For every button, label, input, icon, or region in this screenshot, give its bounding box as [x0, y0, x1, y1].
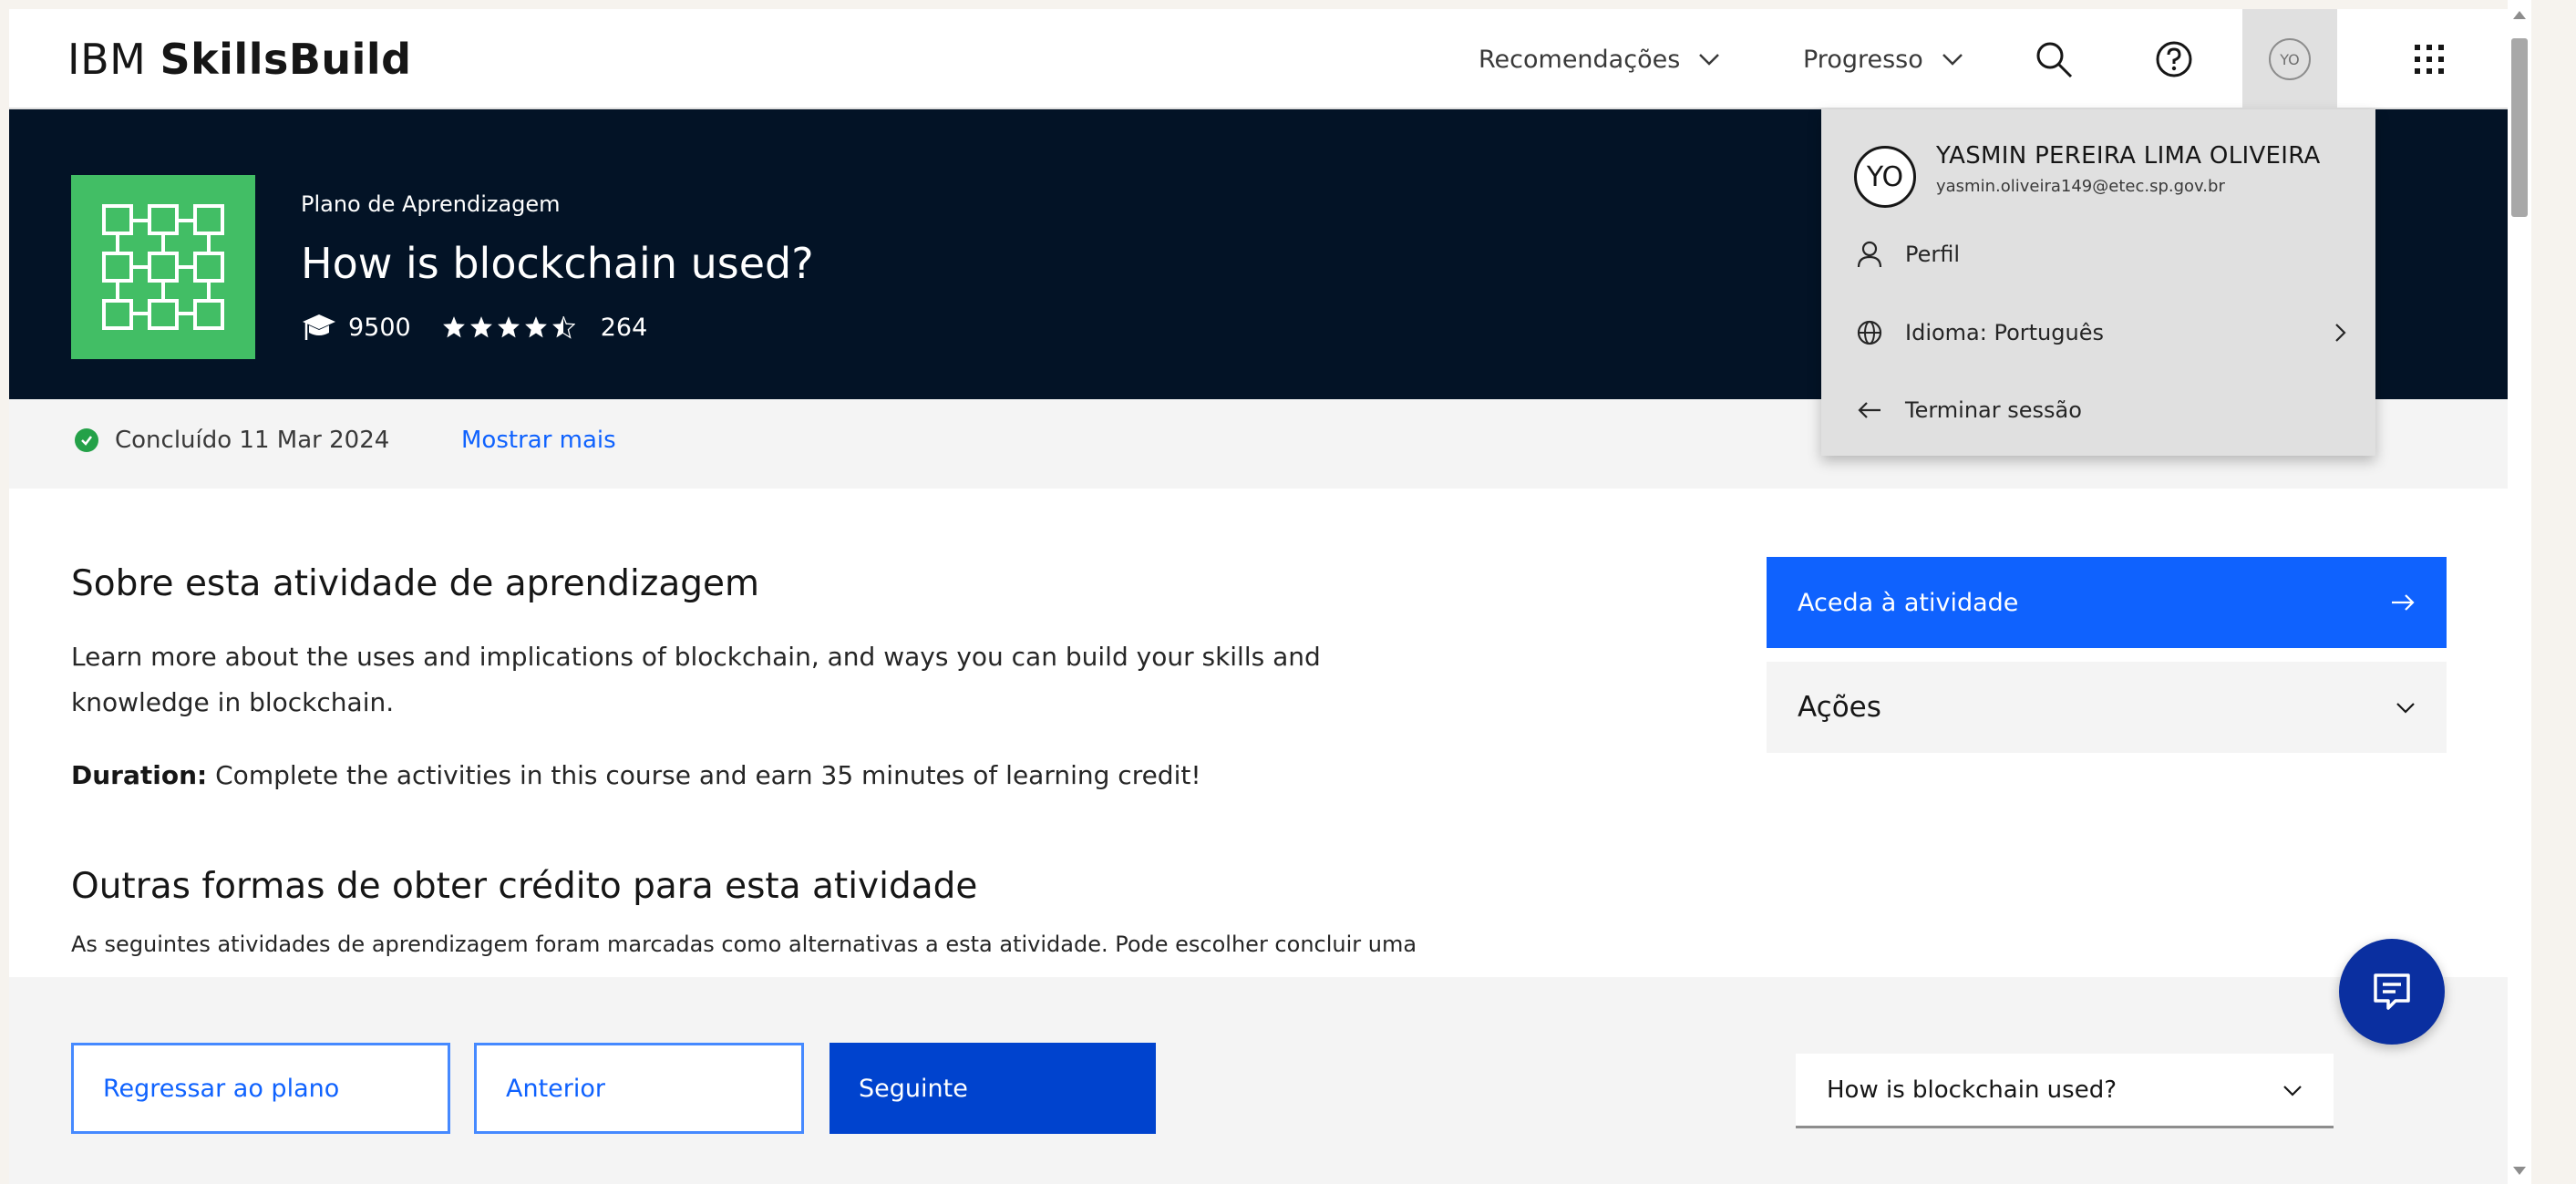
avatar: YO [2269, 38, 2311, 80]
nav-recommendations-label: Recomendações [1479, 45, 1681, 74]
actions-dropdown[interactable]: Ações [1767, 662, 2447, 753]
chevron-down-icon [1942, 54, 1963, 66]
globe-icon [1857, 320, 1882, 345]
reviews-count: 264 [600, 313, 648, 342]
arrow-right-icon [2392, 594, 2415, 611]
course-meta: 9500 264 [301, 312, 647, 343]
star-icon [469, 316, 492, 338]
course-select-value: How is blockchain used? [1827, 1076, 2117, 1104]
user-name: YASMIN PEREIRA LIMA OLIVEIRA [1936, 142, 2321, 170]
menu-item-language-label: Idioma: Português [1905, 320, 2104, 345]
user-avatar-large: YO [1854, 146, 1916, 208]
completion-status: Concluído 11 Mar 2024 [75, 427, 389, 454]
chat-icon [2374, 973, 2410, 1010]
menu-item-logout[interactable]: Terminar sessão [1854, 397, 2346, 423]
course-select-dropdown[interactable]: How is blockchain used? [1796, 1054, 2334, 1128]
star-icon [524, 316, 547, 338]
app-switcher-button[interactable] [2379, 9, 2479, 109]
duration-text: Duration: Complete the activities in thi… [71, 753, 1438, 798]
chevron-down-icon [1699, 54, 1720, 66]
brand-ibm: IBM [67, 35, 147, 84]
menu-item-logout-label: Terminar sessão [1905, 397, 2082, 423]
arrow-left-icon [1858, 402, 1880, 418]
chevron-down-icon [2283, 1085, 2302, 1096]
access-activity-label: Aceda à atividade [1798, 588, 2019, 617]
search-button[interactable] [2004, 9, 2104, 109]
access-activity-button[interactable]: Aceda à atividade [1767, 557, 2447, 648]
nav-progress-label: Progresso [1803, 45, 1923, 74]
next-button[interactable]: Seguinte [829, 1043, 1156, 1134]
user-menu-header: YO YASMIN PEREIRA LIMA OLIVEIRA yasmin.o… [1854, 142, 2321, 208]
back-to-plan-button[interactable]: Regressar ao plano [71, 1043, 450, 1134]
brand-logo[interactable]: IBM SkillsBuild [67, 35, 412, 84]
scrollbar-thumb[interactable] [2511, 38, 2528, 217]
about-heading: Sobre esta atividade de aprendizagem [71, 563, 759, 604]
menu-item-profile[interactable]: Perfil [1854, 241, 2346, 268]
app-grid-icon [2415, 45, 2444, 74]
brand-skillsbuild: SkillsBuild [160, 35, 412, 84]
previous-button[interactable]: Anterior [474, 1043, 804, 1134]
menu-item-language[interactable]: Idioma: Português [1854, 319, 2346, 346]
learning-plan-label: Plano de Aprendizagem [301, 191, 561, 217]
user-email: yasmin.oliveira149@etec.sp.gov.br [1936, 177, 2225, 196]
chat-button[interactable] [2339, 939, 2445, 1045]
scroll-up-arrow-icon[interactable] [2513, 11, 2526, 19]
menu-item-profile-label: Perfil [1905, 242, 1961, 267]
scroll-down-arrow-icon[interactable] [2513, 1167, 2526, 1175]
alternatives-text: As seguintes atividades de aprendizagem … [71, 932, 1417, 957]
chevron-right-icon [2335, 324, 2346, 342]
rating-stars [442, 315, 579, 339]
plan-navigation-bar: Regressar ao plano Anterior Seguinte How… [9, 977, 2508, 1184]
app-frame: IBM SkillsBuild Recomendações Progresso … [9, 9, 2508, 1184]
help-icon [2156, 41, 2192, 77]
description-text: Learn more about the uses and implicatio… [71, 642, 1321, 717]
star-icon [442, 316, 465, 338]
user-menu: YO YASMIN PEREIRA LIMA OLIVEIRA yasmin.o… [1821, 109, 2375, 456]
help-button[interactable] [2124, 9, 2224, 109]
graduation-cap-icon [303, 314, 335, 340]
completion-date: Concluído 11 Mar 2024 [115, 427, 390, 454]
show-more-link[interactable]: Mostrar mais [461, 427, 616, 454]
course-title: How is blockchain used? [301, 239, 814, 288]
chevron-down-icon [2396, 703, 2415, 714]
learners-count: 9500 [348, 313, 411, 342]
activity-details: Sobre esta atividade de aprendizagem Lea… [9, 489, 2508, 977]
search-icon [2036, 42, 2073, 78]
checkmark-icon [75, 428, 98, 452]
star-icon [497, 316, 520, 338]
half-star-icon [551, 315, 575, 339]
blockchain-course-icon [71, 175, 255, 359]
actions-label: Ações [1798, 691, 1881, 724]
top-header: IBM SkillsBuild Recomendações Progresso … [9, 9, 2508, 109]
nav-progress[interactable]: Progresso [1803, 9, 1963, 109]
duration-value: Complete the activities in this course a… [207, 760, 1201, 790]
duration-label: Duration: [71, 760, 208, 790]
user-avatar-button[interactable]: YO [2242, 9, 2337, 109]
user-icon [1857, 241, 1882, 268]
other-credit-heading: Outras formas de obter crédito para esta… [71, 866, 978, 907]
page-scrollbar[interactable] [2508, 0, 2531, 1184]
nav-recommendations[interactable]: Recomendações [1479, 9, 1720, 109]
